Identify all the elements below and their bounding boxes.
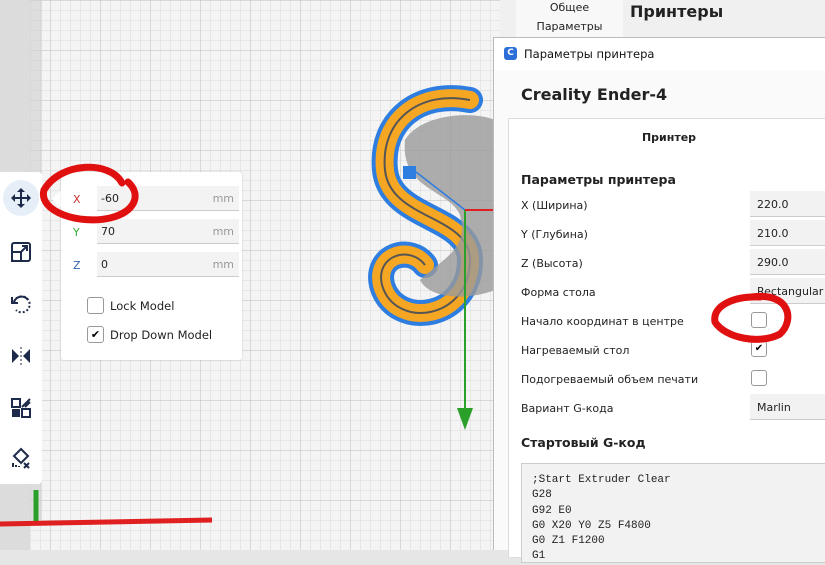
printer-name: Creality Ender-4 [521, 85, 668, 104]
x-unit: mm [212, 192, 234, 205]
start-gcode-heading: Стартовый G-код [521, 435, 646, 450]
bed-shape-label: Форма стола [521, 286, 596, 299]
preferences-window: Общее Параметры Принтеры [500, 0, 825, 40]
depth-label: Y (Глубина) [521, 228, 588, 241]
start-gcode-textarea[interactable]: ;Start Extruder Clear G28 G92 E0 G0 X20 … [521, 463, 825, 563]
x-label: X [73, 193, 81, 206]
y-value: 70 [101, 225, 115, 238]
heated-bed-checkbox[interactable]: ✔ [751, 341, 767, 357]
cura-logo-icon: C [504, 47, 517, 60]
z-value: 0 [101, 258, 108, 271]
dialog-titlebar: C Параметры принтера [494, 38, 825, 70]
height-label: Z (Высота) [521, 257, 583, 270]
preferences-title: Принтеры [630, 2, 724, 21]
height-input[interactable]: 290.0 [750, 249, 825, 275]
drop-down-model-checkbox[interactable]: ✔ [87, 326, 104, 343]
printer-settings-heading: Параметры принтера [521, 172, 676, 187]
dialog-title: Параметры принтера [524, 47, 655, 61]
z-label: Z [73, 259, 81, 272]
heated-volume-label: Подогреваемый объем печати [521, 373, 699, 386]
gcode-flavor-label: Вариант G-кода [521, 402, 614, 415]
pref-nav-settings[interactable]: Параметры [516, 20, 623, 33]
width-input[interactable]: 220.0 [750, 191, 825, 217]
lock-model-label: Lock Model [110, 299, 175, 313]
z-unit: mm [212, 258, 234, 271]
pref-nav-general[interactable]: Общее [516, 1, 623, 14]
support-blocker-icon[interactable] [3, 440, 39, 476]
origin-center-label: Начало координат в центре [521, 315, 684, 328]
x-input[interactable]: -60 mm [97, 186, 239, 211]
heated-bed-label: Нагреваемый стол [521, 344, 630, 357]
origin-center-checkbox[interactable] [751, 312, 767, 328]
rotate-icon[interactable] [3, 286, 39, 322]
per-model-settings-icon[interactable] [3, 390, 39, 426]
y-unit: mm [212, 225, 234, 238]
gcode-flavor-select[interactable]: Marlin [750, 394, 825, 420]
lock-model-checkbox[interactable] [87, 297, 104, 314]
y-label: Y [73, 226, 80, 239]
bed-shape-select[interactable]: Rectangular [750, 278, 825, 304]
depth-input[interactable]: 210.0 [750, 220, 825, 246]
mirror-icon[interactable] [3, 338, 39, 374]
y-input[interactable]: 70 mm [97, 219, 239, 244]
move-tool-panel: X -60 mm Y 70 mm Z 0 mm Lock Model ✔ Drop Down… [61, 172, 242, 360]
heated-volume-checkbox[interactable] [751, 370, 767, 386]
preferences-sidebar: Общее Параметры [516, 0, 623, 40]
tool-sidebar [0, 172, 42, 484]
width-label: X (Ширина) [521, 199, 588, 212]
z-input[interactable]: 0 mm [97, 252, 239, 277]
x-value: -60 [101, 192, 119, 205]
tab-printer[interactable]: Принтер [509, 131, 825, 144]
scale-icon[interactable] [3, 234, 39, 270]
drop-down-model-label: Drop Down Model [110, 328, 213, 342]
panel-pointer [52, 190, 61, 208]
move-icon[interactable] [3, 180, 39, 216]
printer-tab-content: Принтер Параметры принтера X (Ширина) 22… [508, 118, 825, 563]
printer-settings-dialog: C Параметры принтера Creality Ender-4 При… [493, 37, 825, 563]
